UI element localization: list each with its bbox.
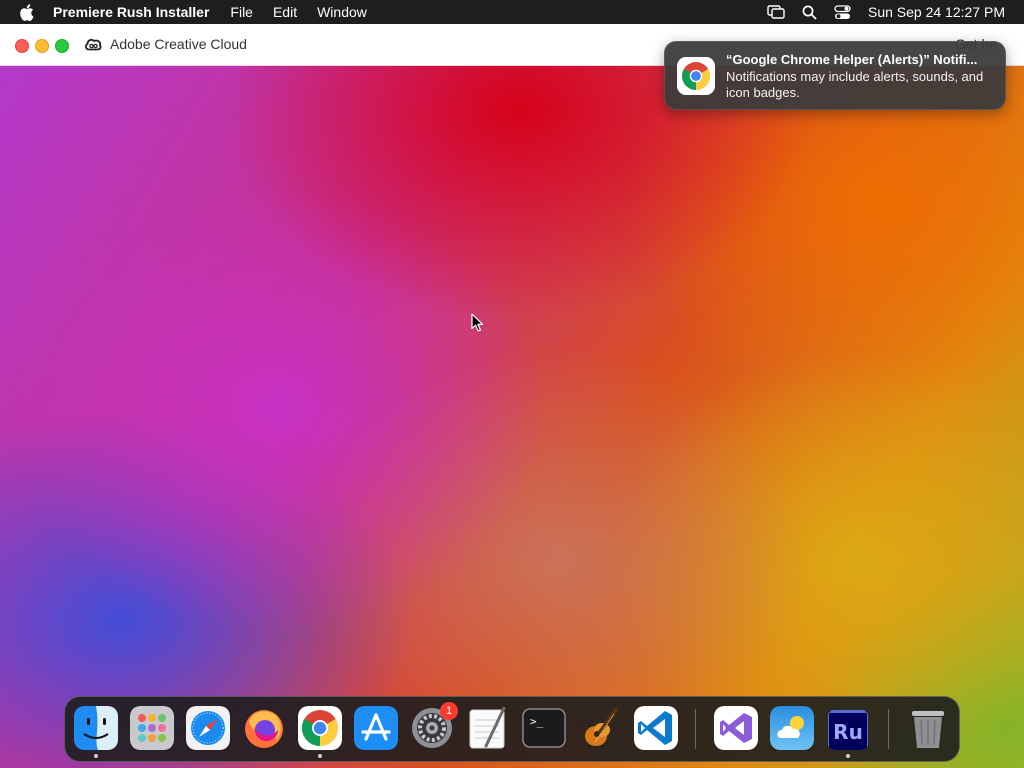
dock-premiere-rush-icon[interactable]: Ru xyxy=(826,706,870,750)
control-center-icon[interactable] xyxy=(834,4,851,20)
dock: >_ Ru xyxy=(64,696,960,762)
window-title: Adobe Creative Cloud xyxy=(110,36,247,52)
menu-edit[interactable]: Edit xyxy=(273,4,297,20)
terminal-prompt-text: >_ xyxy=(530,715,544,728)
dock-weather-icon[interactable] xyxy=(770,706,814,750)
chrome-icon xyxy=(677,57,715,95)
dock-textedit-icon[interactable] xyxy=(466,706,510,750)
dock-firefox-icon[interactable] xyxy=(242,706,286,750)
window-close-button[interactable] xyxy=(15,39,29,53)
dock-chrome-icon[interactable] xyxy=(298,706,342,750)
menu-window[interactable]: Window xyxy=(317,4,367,20)
system-preferences-badge: 1 xyxy=(440,702,458,720)
dock-app-store-icon[interactable] xyxy=(354,706,398,750)
mouse-cursor-icon xyxy=(471,313,484,332)
dock-launchpad-icon[interactable] xyxy=(130,706,174,750)
notification-body: Notifications may include alerts, sounds… xyxy=(726,69,984,100)
dock-finder-icon[interactable] xyxy=(74,706,118,750)
dock-separator xyxy=(695,709,696,749)
dock-safari-icon[interactable] xyxy=(186,706,230,750)
desktop-wallpaper xyxy=(0,0,1024,768)
premiere-rush-label: Ru xyxy=(833,720,863,744)
dock-trash-icon[interactable] xyxy=(906,706,950,750)
apple-menu-icon[interactable] xyxy=(19,3,35,21)
dock-running-indicator xyxy=(94,754,98,758)
creative-cloud-icon xyxy=(84,37,102,51)
dock-running-indicator xyxy=(846,754,850,758)
dock-vscode-icon[interactable] xyxy=(634,706,678,750)
spotlight-search-icon[interactable] xyxy=(802,5,817,20)
dock-running-indicator xyxy=(318,754,322,758)
menu-file[interactable]: File xyxy=(230,4,253,20)
menu-bar: Premiere Rush Installer File Edit Window… xyxy=(0,0,1024,24)
dock-separator xyxy=(888,709,889,749)
dock-visual-studio-icon[interactable] xyxy=(714,706,758,750)
notification-title: “Google Chrome Helper (Alerts)” Notifi..… xyxy=(726,52,978,67)
window-minimize-button[interactable] xyxy=(35,39,49,53)
screen-mirroring-icon[interactable] xyxy=(767,5,785,19)
menubar-app-name[interactable]: Premiere Rush Installer xyxy=(53,4,209,20)
dock-garageband-icon[interactable] xyxy=(578,706,622,750)
menubar-clock[interactable]: Sun Sep 24 12:27 PM xyxy=(868,4,1005,20)
dock-terminal-icon[interactable]: >_ xyxy=(522,706,566,750)
window-zoom-button[interactable] xyxy=(55,39,69,53)
notification-banner[interactable]: “Google Chrome Helper (Alerts)” Notifi..… xyxy=(664,41,1006,110)
